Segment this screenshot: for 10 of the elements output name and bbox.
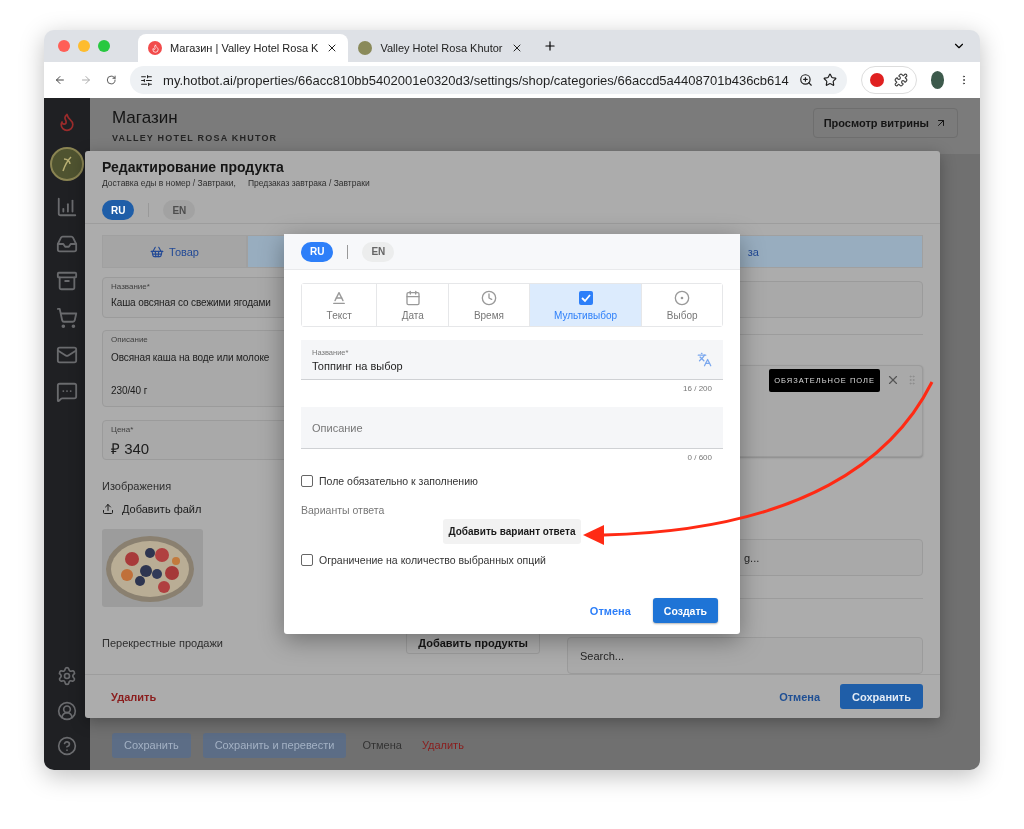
character-counter: 16 / 200 — [682, 384, 713, 393]
breadcrumb: Доставка еды в номер / Завтраки, — [102, 178, 236, 188]
breadcrumb: Предзаказ завтрака / Завтраки — [247, 178, 370, 188]
hotel-name: VALLEY HOTEL ROSA KHUTOR — [112, 133, 278, 143]
character-counter: 0 / 600 — [686, 453, 713, 462]
page-title: Магазин — [112, 108, 179, 128]
cross-sales-label: Перекрестные продажи — [102, 637, 223, 650]
modal-title: Редактирование продукта — [102, 159, 285, 175]
options-label: Варианты ответа — [301, 504, 385, 516]
images-label: Изображения — [102, 480, 172, 493]
